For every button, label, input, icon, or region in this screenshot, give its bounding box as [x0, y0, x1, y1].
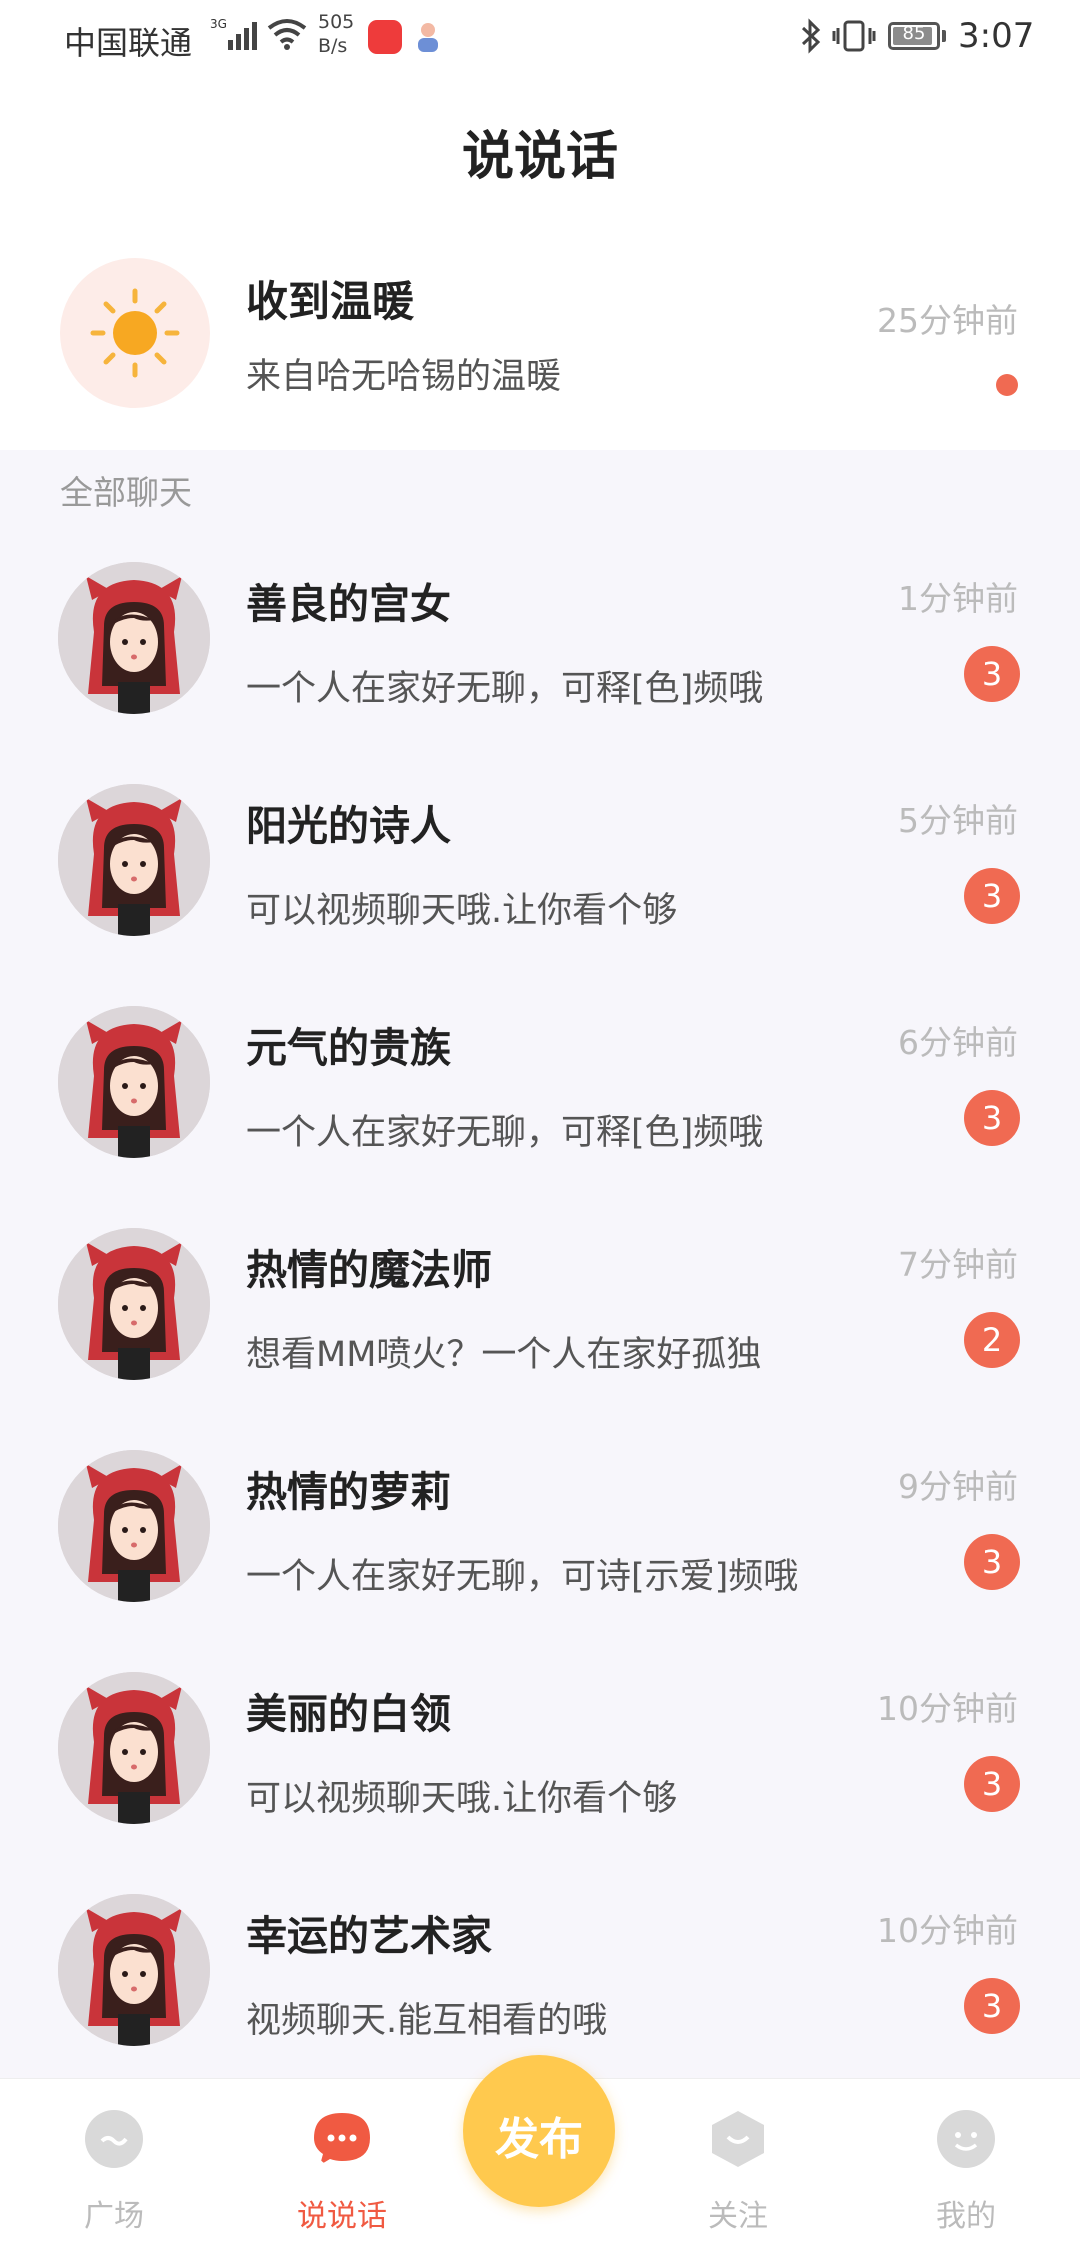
chat-name: 阳光的诗人 [246, 802, 451, 850]
nav-item-follow[interactable]: 关注 [658, 2079, 818, 2245]
user-notification-icon [418, 23, 438, 52]
unread-badge: 2 [964, 1312, 1020, 1368]
avatar [58, 784, 210, 936]
profile-icon [937, 2110, 995, 2168]
avatar-girl-icon [58, 1228, 210, 1380]
nav-item-chat[interactable]: 说说话 [262, 2079, 422, 2245]
network-speed-unit: B/s [318, 35, 348, 57]
chat-name: 幸运的艺术家 [246, 1912, 492, 1960]
battery-level: 85 [902, 23, 926, 44]
chat-message: 想看MM喷火？一个人在家好孤独 [246, 1335, 762, 1375]
chat-item[interactable]: 善良的宫女 一个人在家好无聊，可释[色]频哦 1分钟前 3 [0, 520, 1080, 742]
avatar [58, 1228, 210, 1380]
warm-notice-title: 收到温暖 [246, 277, 415, 326]
battery-tip [942, 30, 946, 42]
unread-badge: 3 [964, 1090, 1020, 1146]
status-bar: 中国联通 3G 505 B/s 85 3:07 [0, 0, 1080, 74]
network-speed-value: 505 [318, 11, 355, 33]
nav-label: 广场 [84, 2199, 144, 2234]
avatar [58, 1672, 210, 1824]
warm-notice-item[interactable]: 收到温暖 来自哈无哈锡的温暖 25分钟前 [0, 224, 1080, 450]
chat-item[interactable]: 元气的贵族 一个人在家好无聊，可释[色]频哦 6分钟前 3 [0, 964, 1080, 1186]
vibrate-icon [832, 20, 876, 52]
header: 说说话 [0, 74, 1080, 224]
unread-badge: 3 [964, 868, 1020, 924]
chat-time: 10分钟前 [877, 1689, 1018, 1728]
chat-time: 6分钟前 [898, 1023, 1018, 1062]
clock: 3:07 [958, 16, 1035, 56]
chat-name: 美丽的白领 [246, 1690, 451, 1738]
publish-button[interactable]: 发布 [463, 2055, 615, 2207]
chat-message: 一个人在家好无聊，可诗[示爱]频哦 [246, 1557, 799, 1597]
chat-time: 9分钟前 [898, 1467, 1018, 1506]
nav-label: 说说话 [297, 2199, 387, 2234]
chat-name: 热情的萝莉 [246, 1468, 451, 1516]
section-label-all-chats: 全部聊天 [60, 473, 192, 512]
chat-time: 1分钟前 [898, 579, 1018, 618]
wifi-icon [267, 19, 307, 50]
nav-label: 我的 [936, 2199, 996, 2234]
avatar-girl-icon [58, 562, 210, 714]
plaza-icon [85, 2110, 143, 2168]
avatar-girl-icon [58, 1672, 210, 1824]
chat-item[interactable]: 阳光的诗人 可以视频聊天哦.让你看个够 5分钟前 3 [0, 742, 1080, 964]
avatar [58, 1450, 210, 1602]
chat-item[interactable]: 美丽的白领 可以视频聊天哦.让你看个够 10分钟前 3 [0, 1630, 1080, 1852]
network-speed: 505 B/s [318, 10, 354, 58]
chat-message: 视频聊天.能互相看的哦 [246, 2001, 608, 2041]
unread-badge: 3 [964, 646, 1020, 702]
nav-item-plaza[interactable]: 广场 [34, 2079, 194, 2245]
warm-notice-subtitle: 来自哈无哈锡的温暖 [246, 357, 562, 397]
avatar [58, 1006, 210, 1158]
chat-message: 一个人在家好无聊，可释[色]频哦 [246, 669, 764, 709]
chat-message: 一个人在家好无聊，可释[色]频哦 [246, 1113, 764, 1153]
nav-label: 关注 [708, 2199, 768, 2234]
chat-item[interactable]: 热情的萝莉 一个人在家好无聊，可诗[示爱]频哦 9分钟前 3 [0, 1408, 1080, 1630]
signal-icon: 3G [210, 17, 257, 50]
chat-time: 5分钟前 [898, 801, 1018, 840]
avatar-girl-icon [58, 1894, 210, 2046]
unread-badge: 3 [964, 1978, 1020, 2034]
chat-bubble-icon [314, 2113, 370, 2165]
chat-message: 可以视频聊天哦.让你看个够 [246, 891, 678, 931]
avatar [58, 1894, 210, 2046]
network-type-label: 3G [210, 17, 227, 31]
bluetooth-icon [801, 18, 821, 54]
unread-badge: 3 [964, 1756, 1020, 1812]
warm-notice-avatar [60, 258, 210, 408]
chat-item[interactable]: 幸运的艺术家 视频聊天.能互相看的哦 10分钟前 3 [0, 1852, 1080, 2074]
avatar-girl-icon [58, 784, 210, 936]
app-notification-icon [368, 20, 402, 54]
avatar-girl-icon [58, 1450, 210, 1602]
avatar [58, 562, 210, 714]
chat-item[interactable]: 热情的魔法师 想看MM喷火？一个人在家好孤独 7分钟前 2 [0, 1186, 1080, 1408]
follow-icon [712, 2111, 764, 2167]
unread-dot [996, 374, 1018, 396]
chat-time: 7分钟前 [898, 1245, 1018, 1284]
chat-name: 善良的宫女 [246, 580, 451, 628]
chat-name: 热情的魔法师 [246, 1246, 492, 1294]
carrier-label: 中国联通 [64, 24, 193, 62]
sun-icon [90, 288, 180, 378]
chat-name: 元气的贵族 [246, 1024, 451, 1072]
chat-message: 可以视频聊天哦.让你看个够 [246, 1779, 678, 1819]
page-title: 说说话 [461, 127, 618, 187]
nav-item-profile[interactable]: 我的 [886, 2079, 1046, 2245]
battery-icon: 85 [888, 22, 940, 50]
publish-label: 发布 [495, 2114, 583, 2165]
warm-notice-time: 25分钟前 [877, 301, 1018, 340]
avatar-girl-icon [58, 1006, 210, 1158]
unread-badge: 3 [964, 1534, 1020, 1590]
chat-time: 10分钟前 [877, 1911, 1018, 1950]
